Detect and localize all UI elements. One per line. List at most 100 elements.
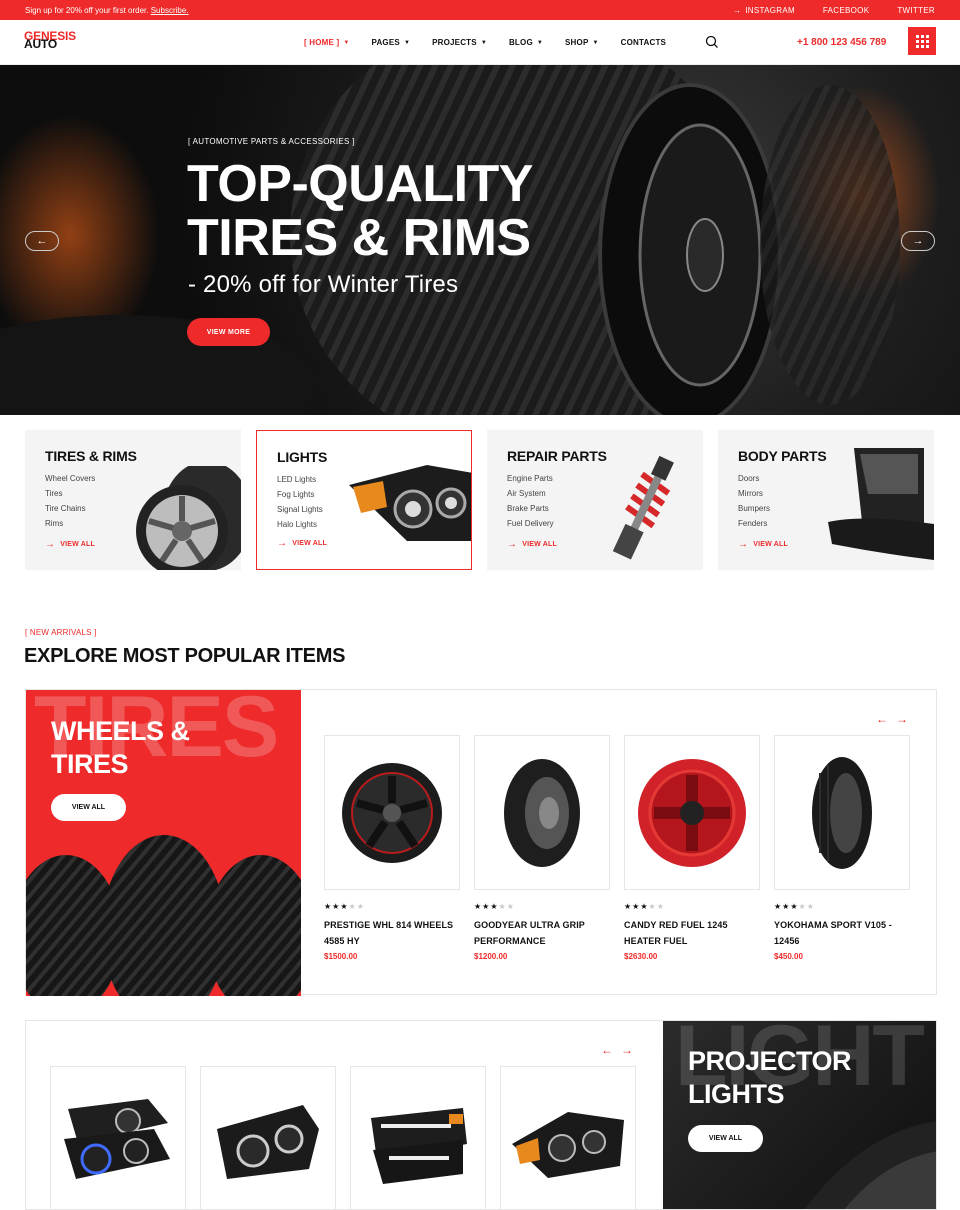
product-card[interactable]: ★★★★★ CANDY RED FUEL 1245 HEATER FUEL $2…	[624, 735, 760, 961]
projector-headlight-image	[217, 1104, 319, 1179]
product-image[interactable]	[474, 735, 610, 890]
view-all-link[interactable]: → VIEW ALL	[738, 539, 788, 550]
arrow-right-icon: →	[912, 235, 924, 247]
section-kicker: [ NEW ARRIVALS ]	[25, 628, 97, 637]
product-image[interactable]	[200, 1066, 336, 1209]
rating-stars: ★★★★★	[624, 902, 665, 911]
section-title: EXPLORE MOST POPULAR ITEMS	[24, 645, 346, 667]
category-link[interactable]: Fuel Delivery	[507, 519, 554, 534]
black-red-rim-image	[342, 762, 442, 863]
carousel-arrows: ← →	[601, 1043, 633, 1057]
rating-stars: ★★★★★	[774, 902, 815, 911]
search-icon[interactable]	[704, 34, 720, 50]
category-title: BODY PARTS	[738, 448, 827, 464]
product-name[interactable]: CANDY RED FUEL 1245 HEATER FUEL	[624, 917, 760, 949]
rating-stars: ★★★★★	[474, 902, 515, 911]
category-link[interactable]: Halo Lights	[277, 520, 323, 535]
shock-absorber-image	[612, 455, 674, 560]
product-image[interactable]	[50, 1066, 186, 1209]
product-card[interactable]	[350, 1066, 486, 1209]
nav-blog[interactable]: BLOG ▼	[509, 38, 543, 47]
category-link[interactable]: Air System	[507, 489, 554, 504]
category-link[interactable]: Doors	[738, 474, 770, 489]
category-link[interactable]: Wheel Covers	[45, 474, 95, 489]
product-card[interactable]: ★★★★★ PRESTIGE WHL 814 WHEELS 4585 HY $1…	[324, 735, 460, 961]
twitter-link[interactable]: TWITTER	[897, 6, 935, 15]
nav-home[interactable]: [ HOME ] ▼	[304, 38, 350, 47]
nav-contacts[interactable]: CONTACTS	[621, 38, 666, 47]
arrow-right-icon: →	[507, 539, 518, 550]
category-title: LIGHTS	[277, 449, 328, 465]
phone-number[interactable]: +1 800 123 456 789	[797, 37, 886, 48]
arrow-right-icon[interactable]: →	[621, 1043, 633, 1057]
view-all-button[interactable]: VIEW ALL	[688, 1125, 763, 1152]
instagram-link[interactable]: → INSTAGRAM	[733, 6, 795, 15]
chevron-down-icon: ▼	[592, 39, 599, 46]
hero-next-arrow[interactable]: →	[901, 231, 935, 251]
product-name[interactable]: YOKOHAMA SPORT V105 - 12456	[774, 917, 910, 949]
hero-banner: [ AUTOMOTIVE PARTS & ACCESSORIES ] TOP-Q…	[0, 65, 960, 415]
logo[interactable]: GENESIS AUTO	[24, 29, 104, 55]
arrow-right-icon: →	[277, 538, 288, 549]
winter-tire-image	[504, 758, 580, 867]
product-card[interactable]	[500, 1066, 636, 1209]
category-card-tires[interactable]: TIRES & RIMS Wheel Covers Tires Tire Cha…	[25, 430, 241, 570]
category-card-lights[interactable]: LIGHTS LED Lights Fog Lights Signal Ligh…	[256, 430, 472, 570]
category-list: Engine Parts Air System Brake Parts Fuel…	[507, 474, 554, 534]
arrow-left-icon[interactable]: ←	[876, 712, 888, 726]
arrow-left-icon: ←	[36, 235, 48, 247]
nav-pages[interactable]: PAGES ▼	[372, 38, 411, 47]
category-list: Wheel Covers Tires Tire Chains Rims	[45, 474, 95, 534]
arrow-right-icon[interactable]: →	[896, 712, 908, 726]
facebook-link[interactable]: FACEBOOK	[823, 6, 869, 15]
category-link[interactable]: Tires	[45, 489, 95, 504]
rating-stars: ★★★★★	[324, 902, 365, 911]
product-image[interactable]	[624, 735, 760, 890]
menu-grid-button[interactable]	[908, 27, 936, 55]
hero-prev-arrow[interactable]: ←	[25, 231, 59, 251]
product-card[interactable]: ★★★★★ YOKOHAMA SPORT V105 - 12456 $450.0…	[774, 735, 910, 961]
product-card[interactable]: ★★★★★ GOODYEAR ULTRA GRIP PERFORMANCE $1…	[474, 735, 610, 961]
category-link[interactable]: Fenders	[738, 519, 770, 534]
category-link[interactable]: Signal Lights	[277, 505, 323, 520]
product-price: $2630.00	[624, 952, 658, 961]
main-nav: [ HOME ] ▼ PAGES ▼ PROJECTS ▼ BLOG ▼ SHOP ▼ C…	[304, 20, 688, 65]
chevron-down-icon: ▼	[403, 39, 411, 46]
product-name[interactable]: GOODYEAR ULTRA GRIP PERFORMANCE	[474, 917, 610, 949]
view-all-button[interactable]: VIEW ALL	[51, 794, 126, 821]
subscribe-link[interactable]: Subscribe.	[151, 6, 189, 15]
category-link[interactable]: Fog Lights	[277, 490, 323, 505]
product-image[interactable]	[350, 1066, 486, 1209]
view-all-link[interactable]: → VIEW ALL	[277, 538, 327, 549]
product-name[interactable]: PRESTIGE WHL 814 WHEELS 4585 HY	[324, 917, 460, 949]
category-link[interactable]: Bumpers	[738, 504, 770, 519]
nav-projects[interactable]: PROJECTS ▼	[432, 38, 487, 47]
product-card[interactable]	[50, 1066, 186, 1209]
product-card[interactable]	[200, 1066, 336, 1209]
category-link[interactable]: Mirrors	[738, 489, 770, 504]
view-all-link[interactable]: → VIEW ALL	[45, 539, 95, 550]
product-price: $450.00	[774, 952, 803, 961]
nav-shop[interactable]: SHOP ▼	[565, 38, 599, 47]
category-link[interactable]: LED Lights	[277, 475, 323, 490]
category-link[interactable]: Brake Parts	[507, 504, 554, 519]
view-all-link[interactable]: → VIEW ALL	[507, 539, 557, 550]
car-headlight-closeup-image	[804, 1121, 936, 1209]
category-link[interactable]: Tire Chains	[45, 504, 95, 519]
category-list: Doors Mirrors Bumpers Fenders	[738, 474, 770, 534]
car-door-image	[828, 448, 934, 560]
product-image[interactable]	[774, 735, 910, 890]
top-promo-bar: Sign up for 20% off your first order. Su…	[0, 0, 960, 20]
category-card-body[interactable]: BODY PARTS Doors Mirrors Bumpers Fenders…	[718, 430, 934, 570]
category-link[interactable]: Engine Parts	[507, 474, 554, 489]
logo-bottom: AUTO	[24, 37, 57, 51]
product-image[interactable]	[324, 735, 460, 890]
product-image[interactable]	[500, 1066, 636, 1209]
category-link[interactable]: Rims	[45, 519, 95, 534]
arrow-left-icon[interactable]: ←	[601, 1043, 613, 1057]
view-more-button[interactable]: VIEW MORE	[187, 318, 270, 346]
category-card-repair[interactable]: REPAIR PARTS Engine Parts Air System Bra…	[487, 430, 703, 570]
hero-subtitle: - 20% off for Winter Tires	[188, 271, 459, 298]
hero-title: TOP-QUALITY TIRES & RIMS	[187, 155, 533, 267]
chevron-down-icon: ▼	[343, 39, 350, 46]
